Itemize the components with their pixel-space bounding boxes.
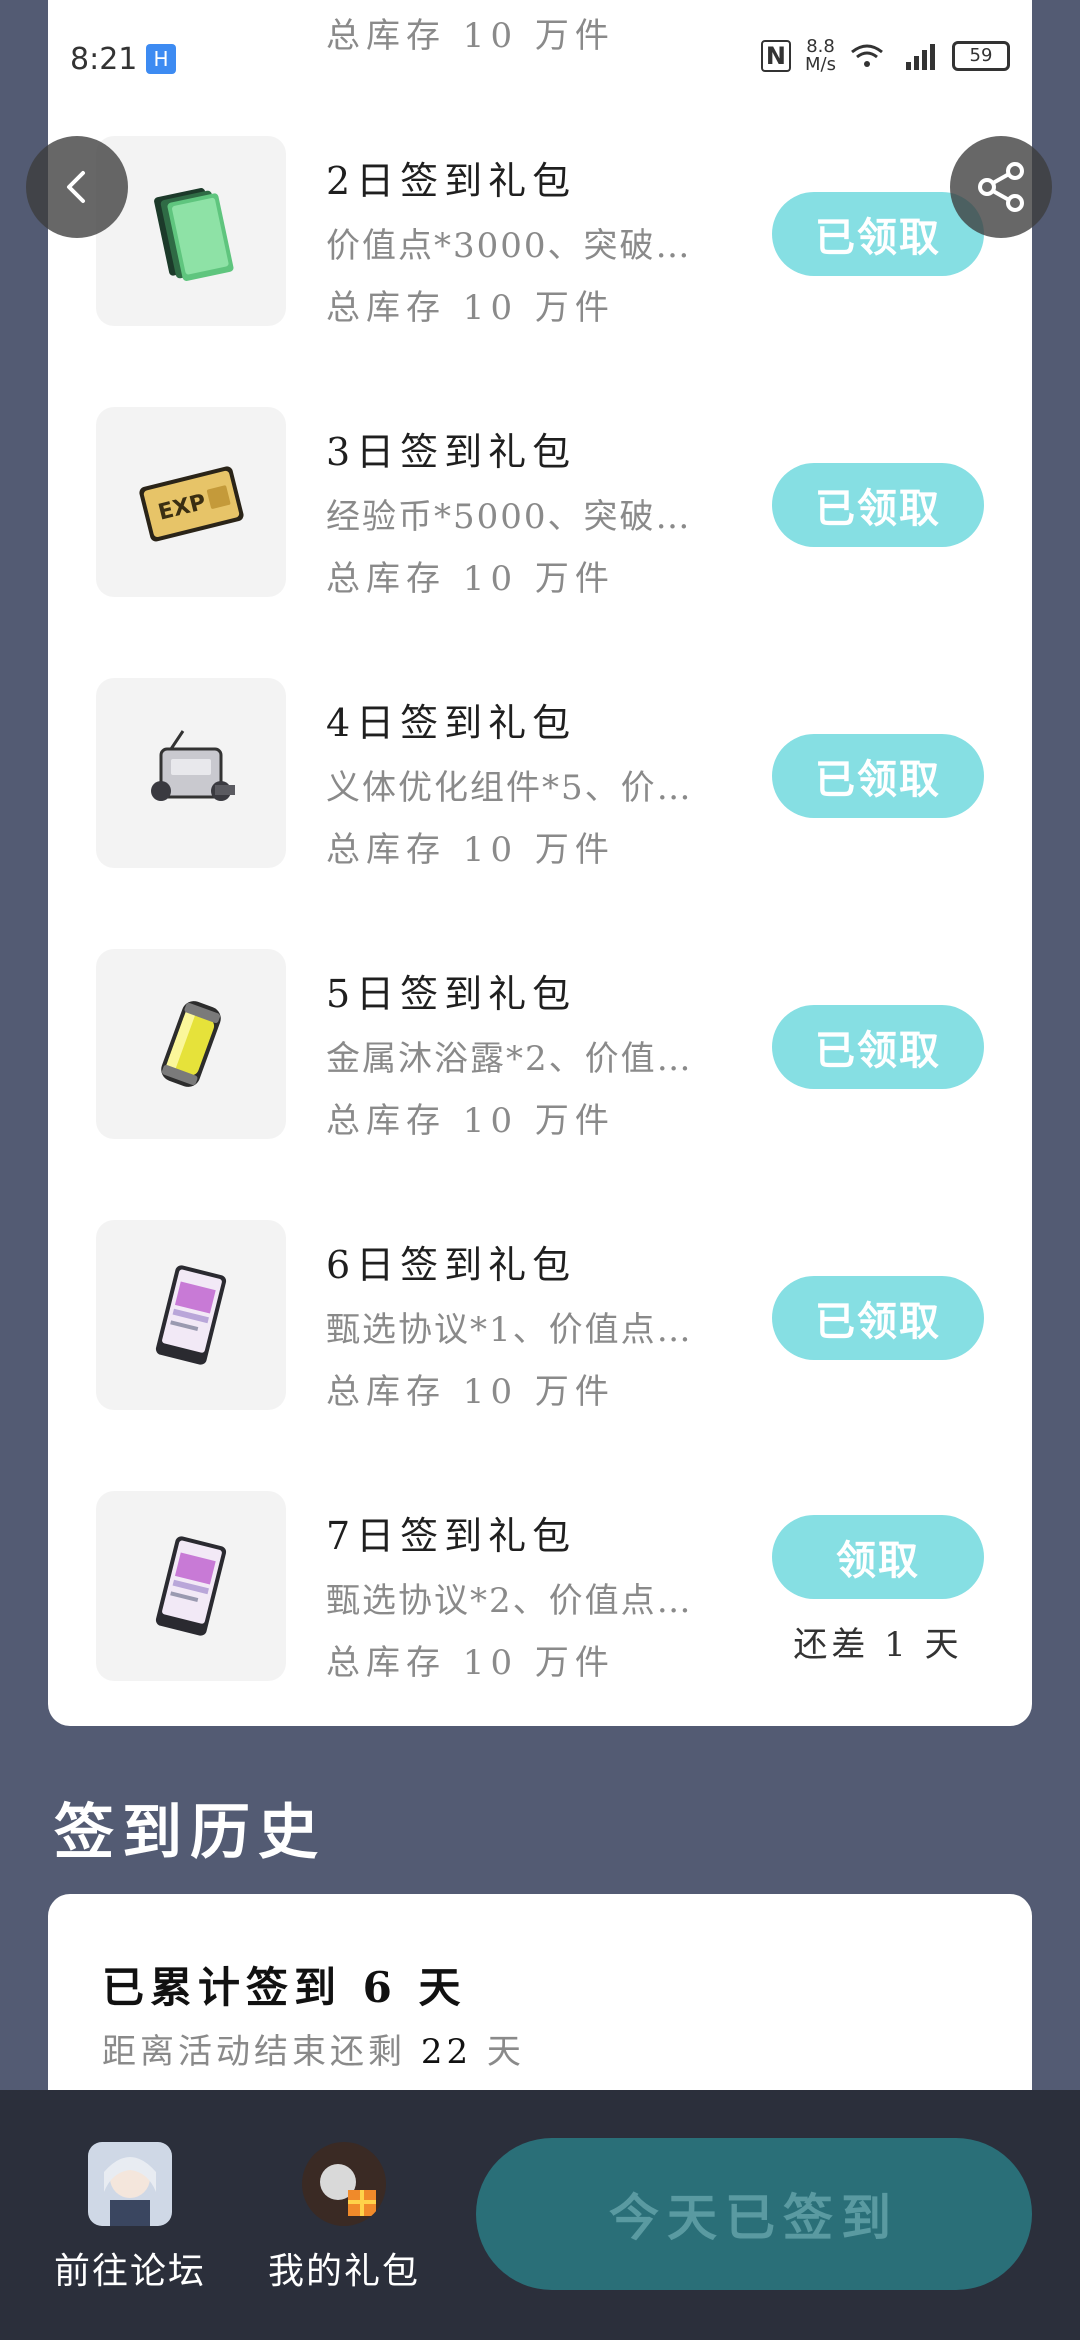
- gift-thumb: [96, 136, 286, 326]
- gift-title: 6日签到礼包: [326, 1243, 577, 1287]
- exp-card-icon: EXP: [139, 466, 244, 542]
- nfc-icon: N: [760, 40, 792, 72]
- gift-row: EXP 3日签到礼包 经验币*5000、突破… 总库存 10 万件 已领取: [48, 407, 1032, 607]
- speed-unit: M/s: [805, 54, 836, 75]
- section-title: 签到历史: [54, 1798, 326, 1868]
- gift-title: 2日签到礼包: [326, 159, 577, 203]
- green-cards-icon: [154, 188, 234, 281]
- signal-icon: [906, 44, 935, 70]
- protocol-card-icon: [155, 1265, 227, 1365]
- gift-stock: 总库存 10 万件: [326, 830, 615, 870]
- chevron-left-icon: [67, 171, 85, 203]
- my-gifts-nav-item[interactable]: 我的礼包: [244, 2142, 444, 2294]
- network-speed: 8.8 M/s: [805, 38, 836, 74]
- share-icon: [978, 162, 1024, 212]
- gift-avatar-icon: [302, 2142, 386, 2226]
- gift-row: 6日签到礼包 甄选协议*1、价值点… 总库存 10 万件 已领取: [48, 1220, 1032, 1420]
- gift-thumb: [96, 678, 286, 868]
- gift-title: 7日签到礼包: [326, 1514, 577, 1558]
- event-end-prefix: 距离活动结束还剩: [102, 2032, 406, 2072]
- gift-thumb: [96, 949, 286, 1139]
- event-end-suffix: 天: [486, 2032, 525, 2072]
- gift-list-card: 总库存 10 万件 2日签到礼包 价值点*3000、突破… 总库存 10 万件 …: [48, 0, 1032, 1726]
- event-end-countdown: 距离活动结束还剩 22 天: [102, 2024, 525, 2073]
- gift-description: 义体优化组件*5、价…: [326, 768, 693, 808]
- checked-in-today-button[interactable]: 今天已签到: [476, 2138, 1032, 2290]
- component-kit-icon: [151, 730, 235, 801]
- gift-stock: 总库存 10 万件: [326, 1372, 615, 1412]
- claimed-button[interactable]: 已领取: [772, 463, 984, 547]
- gift-stock: 总库存 10 万件: [326, 559, 615, 599]
- battery-icon: 59: [952, 41, 1010, 71]
- claimed-button[interactable]: 已领取: [772, 734, 984, 818]
- share-button[interactable]: [950, 136, 1052, 238]
- claimed-button[interactable]: 已领取: [772, 1005, 984, 1089]
- back-button[interactable]: [26, 136, 128, 238]
- gift-stock: 总库存 10 万件: [326, 288, 615, 328]
- status-bar: 8:21 H N 8.8 M/s 59: [0, 0, 1080, 120]
- gift-description: 价值点*3000、突破…: [326, 226, 692, 266]
- gift-thumb: [96, 1491, 286, 1681]
- checkin-count: 已累计签到 6 天: [102, 1963, 467, 2012]
- gift-description: 经验币*5000、突破…: [326, 497, 692, 537]
- gift-row: 5日签到礼包 金属沐浴露*2、价值… 总库存 10 万件 已领取: [48, 949, 1032, 1149]
- gift-stock: 总库存 10 万件: [326, 1643, 615, 1683]
- status-icons: N 8.8 M/s 59: [760, 38, 1010, 74]
- days-remaining: 还差 1 天: [793, 1625, 963, 1665]
- gift-description: 甄选协议*1、价值点…: [326, 1310, 693, 1350]
- my-gifts-label: 我的礼包: [267, 2251, 420, 2292]
- claimed-button[interactable]: 已领取: [772, 1276, 984, 1360]
- gift-row: 4日签到礼包 义体优化组件*5、价… 总库存 10 万件 已领取: [48, 678, 1032, 878]
- gift-thumb: EXP: [96, 407, 286, 597]
- gift-row: 7日签到礼包 甄选协议*2、价值点… 总库存 10 万件 领取 还差 1 天: [48, 1491, 1032, 1691]
- hd-icon: H: [146, 44, 176, 74]
- bottom-bar: 前往论坛 我的礼包 今天已签到: [0, 2090, 1080, 2340]
- gift-description: 金属沐浴露*2、价值…: [326, 1039, 693, 1079]
- gift-thumb: [96, 1220, 286, 1410]
- gift-title: 3日签到礼包: [326, 430, 577, 474]
- gift-stock: 总库存 10 万件: [326, 1101, 615, 1141]
- protocol-card-icon: [155, 1536, 227, 1636]
- canister-icon: [161, 1001, 221, 1087]
- gift-title: 4日签到礼包: [326, 701, 577, 745]
- gift-description: 甄选协议*2、价值点…: [326, 1581, 693, 1621]
- event-end-days: 22: [420, 2032, 473, 2072]
- claim-button[interactable]: 领取: [772, 1515, 984, 1599]
- status-time: 8:21: [70, 42, 138, 77]
- wifi-icon: [851, 44, 883, 67]
- forum-avatar-icon: [88, 2142, 172, 2226]
- forum-label: 前往论坛: [53, 2251, 206, 2292]
- gift-title: 5日签到礼包: [326, 972, 577, 1016]
- gift-row: 2日签到礼包 价值点*3000、突破… 总库存 10 万件 已领取: [48, 136, 1032, 336]
- forum-nav-item[interactable]: 前往论坛: [30, 2142, 230, 2294]
